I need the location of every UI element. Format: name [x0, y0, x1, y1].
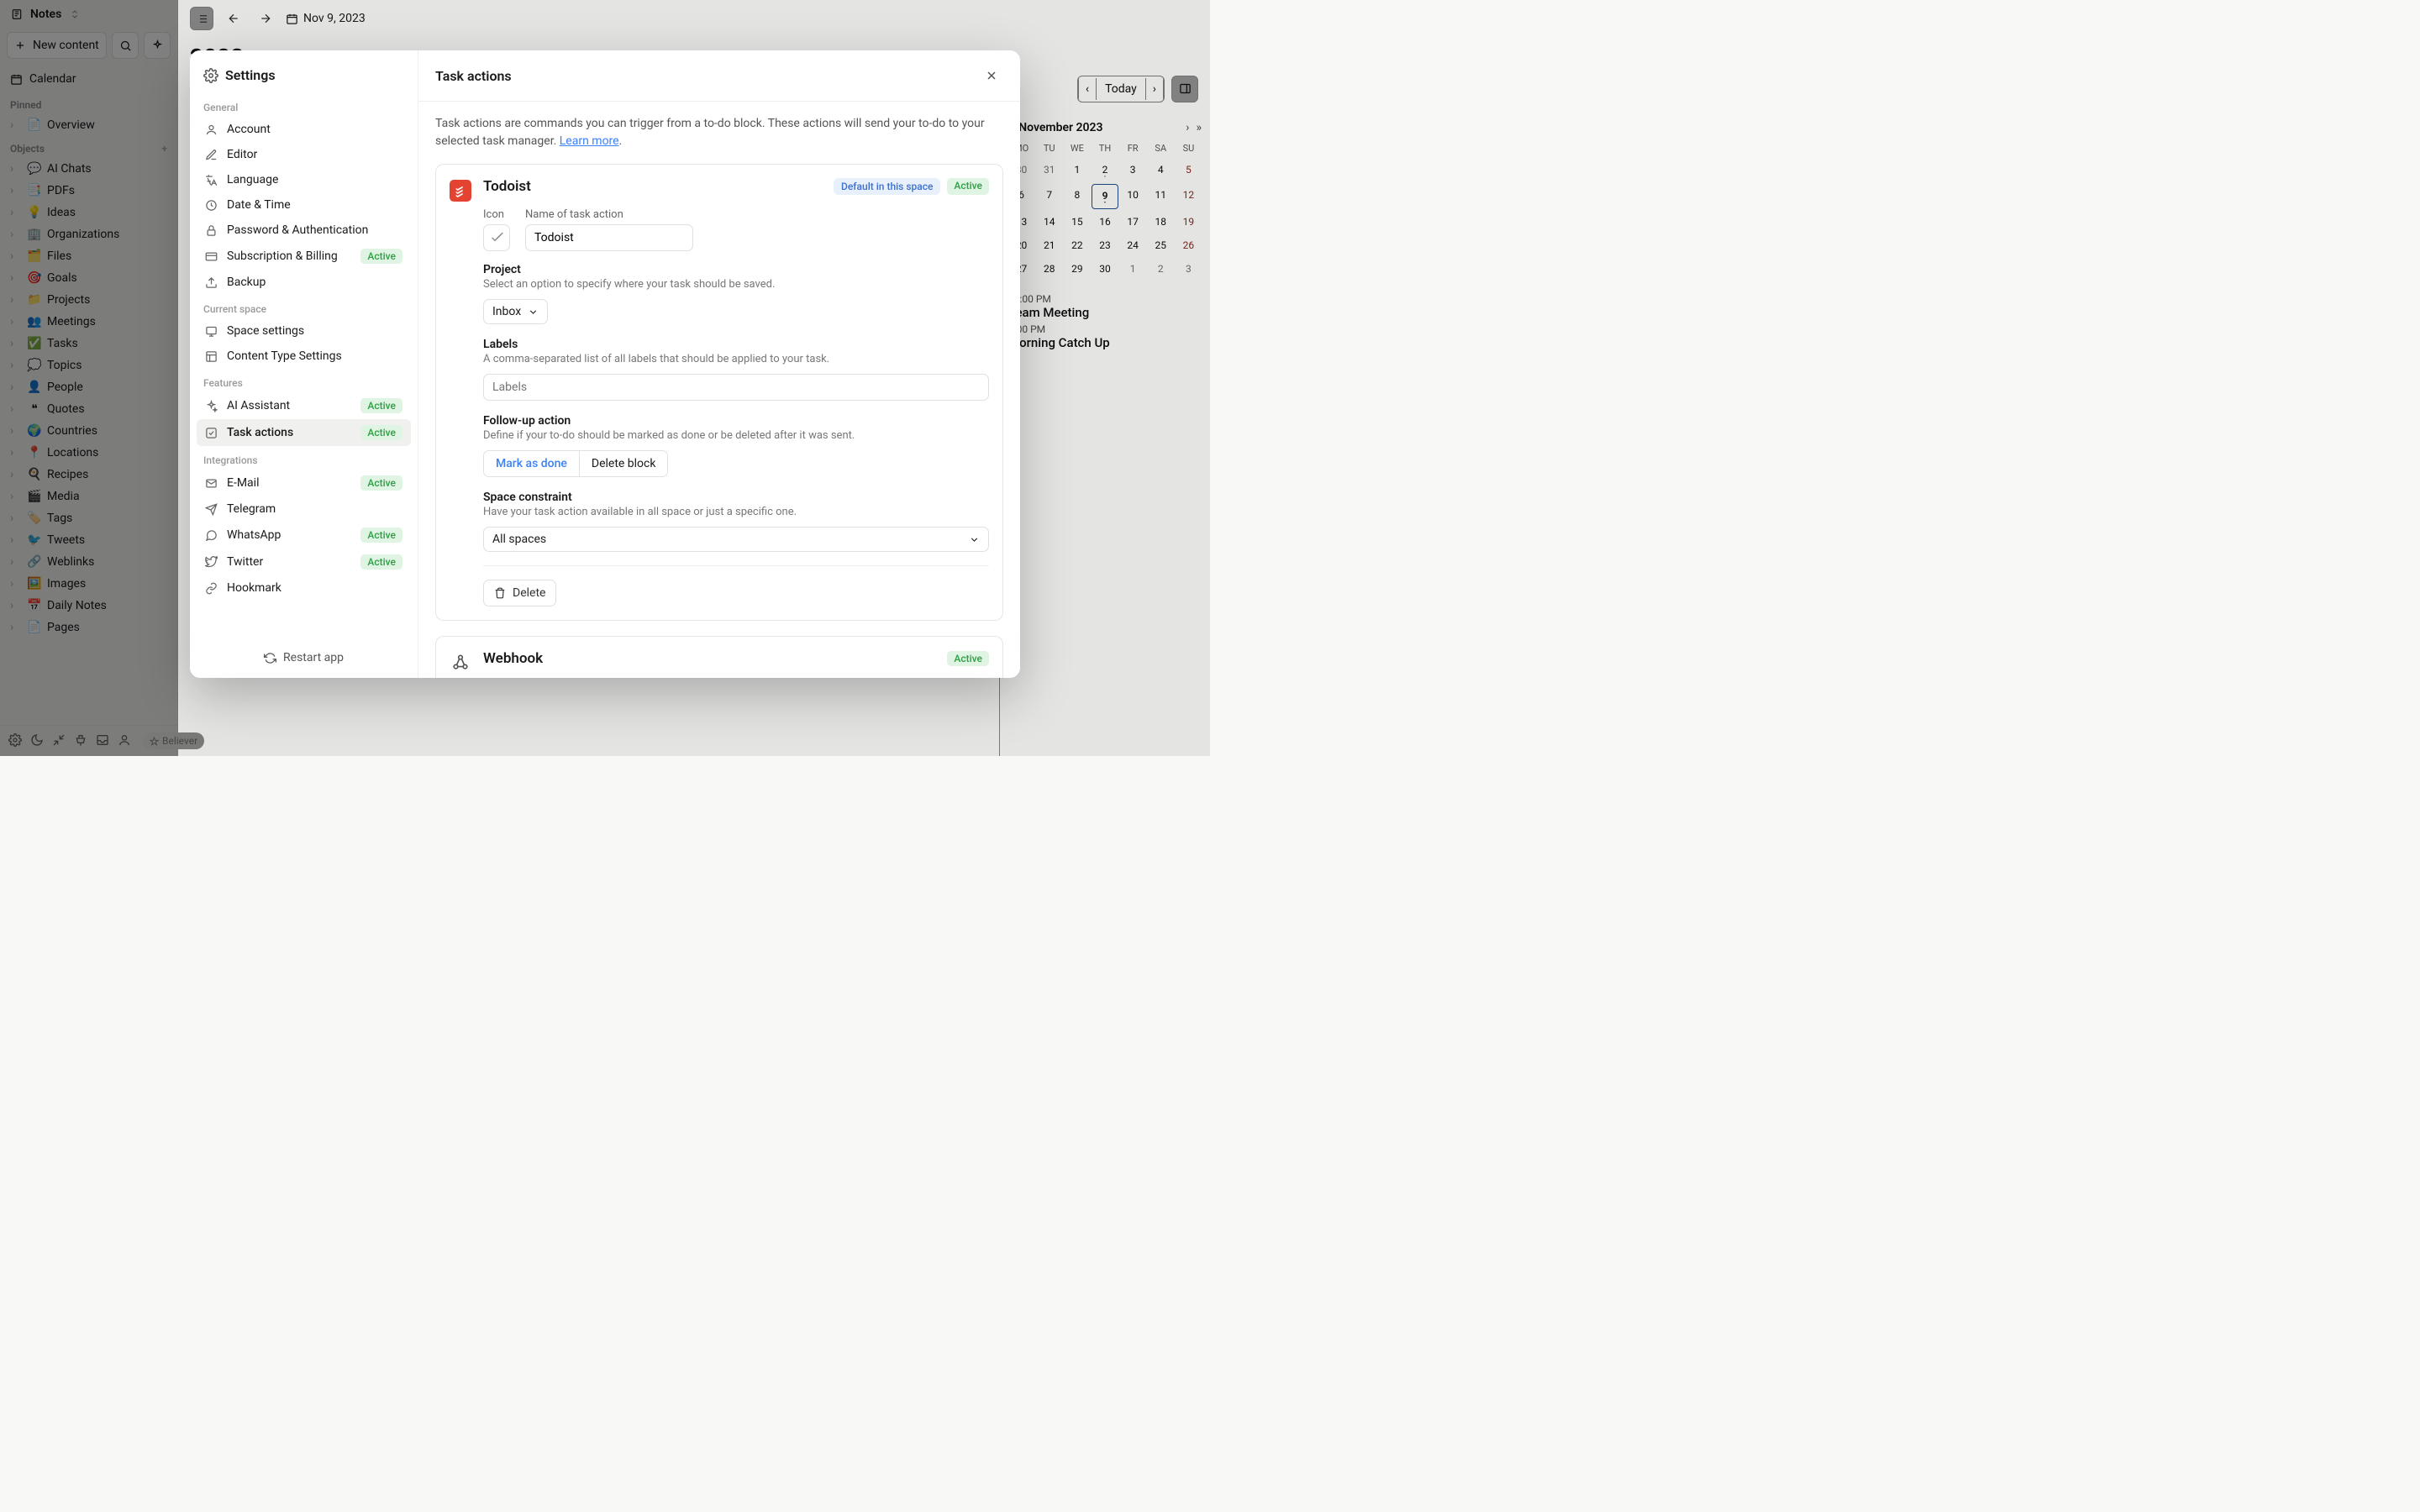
active-badge: Active — [360, 249, 402, 264]
settings-item-account[interactable]: Account — [197, 117, 411, 142]
name-field-label: Name of task action — [525, 208, 693, 221]
chevron-down-icon — [528, 307, 539, 318]
delete-action-button[interactable]: Delete — [483, 580, 556, 606]
settings-section-label: General — [197, 93, 411, 117]
project-title: Project — [483, 263, 989, 276]
content-icon — [205, 349, 218, 363]
learn-more-link[interactable]: Learn more — [560, 134, 619, 148]
settings-sidebar: Settings GeneralAccountEditorLanguageDat… — [190, 50, 418, 678]
settings-section-label: Features — [197, 369, 411, 392]
active-badge: Active — [360, 528, 402, 543]
settings-item-date-time[interactable]: Date & Time — [197, 192, 411, 218]
settings-section-label: Current space — [197, 295, 411, 318]
todoist-card: Todoist Default in this space Active Ico… — [435, 164, 1003, 621]
settings-item-task-actions[interactable]: Task actionsActive — [197, 419, 411, 446]
settings-item-editor[interactable]: Editor — [197, 142, 411, 167]
space-desc: Have your task action available in all s… — [483, 506, 989, 518]
link-icon — [205, 581, 218, 595]
settings-item-backup[interactable]: Backup — [197, 270, 411, 295]
space-dropdown[interactable]: All spaces — [483, 527, 989, 552]
delete-block-button[interactable]: Delete block — [579, 451, 668, 476]
settings-section-label: Integrations — [197, 446, 411, 470]
backup-icon — [205, 276, 218, 289]
project-desc: Select an option to specify where your t… — [483, 278, 989, 291]
settings-item-hookmark[interactable]: Hookmark — [197, 575, 411, 601]
followup-desc: Define if your to-do should be marked as… — [483, 429, 989, 442]
trash-icon — [494, 587, 506, 599]
settings-item-content-type-settings[interactable]: Content Type Settings — [197, 344, 411, 369]
labels-input[interactable] — [483, 374, 989, 401]
icon-picker[interactable] — [483, 224, 510, 251]
user-icon — [205, 123, 218, 136]
space-title: Space constraint — [483, 491, 989, 504]
tw-icon — [205, 555, 218, 569]
active-badge: Active — [360, 425, 402, 440]
active-badge: Active — [360, 398, 402, 413]
icon-field-label: Icon — [483, 208, 510, 221]
settings-item-space-settings[interactable]: Space settings — [197, 318, 411, 344]
active-badge: Active — [360, 475, 402, 491]
card-title: Webhook — [483, 650, 543, 667]
settings-modal: Settings GeneralAccountEditorLanguageDat… — [190, 50, 1020, 678]
settings-item-whatsapp[interactable]: WhatsAppActive — [197, 522, 411, 549]
action-name-input[interactable] — [525, 224, 693, 251]
panel-title: Task actions — [435, 68, 512, 84]
send-icon — [205, 502, 218, 516]
followup-segment: Mark as done Delete block — [483, 450, 668, 477]
webhook-card: Webhook Active Icon — [435, 636, 1003, 678]
settings-item-subscription-billing[interactable]: Subscription & BillingActive — [197, 243, 411, 270]
close-button[interactable] — [980, 64, 1003, 87]
active-badge: Active — [947, 651, 989, 666]
active-badge: Active — [360, 554, 402, 570]
mail-icon — [205, 476, 218, 490]
clock-icon — [205, 198, 218, 212]
spark-icon — [205, 399, 218, 412]
screen-icon — [205, 324, 218, 338]
credit-icon — [205, 249, 218, 263]
restart-app-button[interactable]: Restart app — [203, 639, 404, 668]
default-badge: Default in this space — [834, 178, 940, 195]
intro-text: Task actions are commands you can trigge… — [435, 115, 1003, 150]
lock-icon — [205, 223, 218, 237]
mark-done-button[interactable]: Mark as done — [484, 451, 579, 476]
settings-item-ai-assistant[interactable]: AI AssistantActive — [197, 392, 411, 419]
settings-item-e-mail[interactable]: E-MailActive — [197, 470, 411, 496]
modal-overlay: Settings GeneralAccountEditorLanguageDat… — [0, 0, 1210, 756]
card-title: Todoist — [483, 178, 531, 195]
settings-title: Settings — [225, 67, 276, 83]
lang-icon — [205, 173, 218, 186]
labels-desc: A comma-separated list of all labels tha… — [483, 353, 989, 365]
active-badge: Active — [947, 178, 989, 195]
check-icon — [205, 426, 218, 439]
webhook-logo-icon — [450, 652, 471, 674]
labels-title: Labels — [483, 338, 989, 351]
todoist-logo-icon — [450, 180, 471, 202]
chevron-down-icon — [969, 534, 980, 545]
settings-item-telegram[interactable]: Telegram — [197, 496, 411, 522]
settings-item-twitter[interactable]: TwitterActive — [197, 549, 411, 575]
edit-icon — [205, 148, 218, 161]
project-dropdown[interactable]: Inbox — [483, 299, 548, 324]
settings-item-password-authentication[interactable]: Password & Authentication — [197, 218, 411, 243]
followup-title: Follow-up action — [483, 414, 989, 428]
gear-icon — [203, 68, 218, 83]
wa-icon — [205, 528, 218, 542]
settings-item-language[interactable]: Language — [197, 167, 411, 192]
